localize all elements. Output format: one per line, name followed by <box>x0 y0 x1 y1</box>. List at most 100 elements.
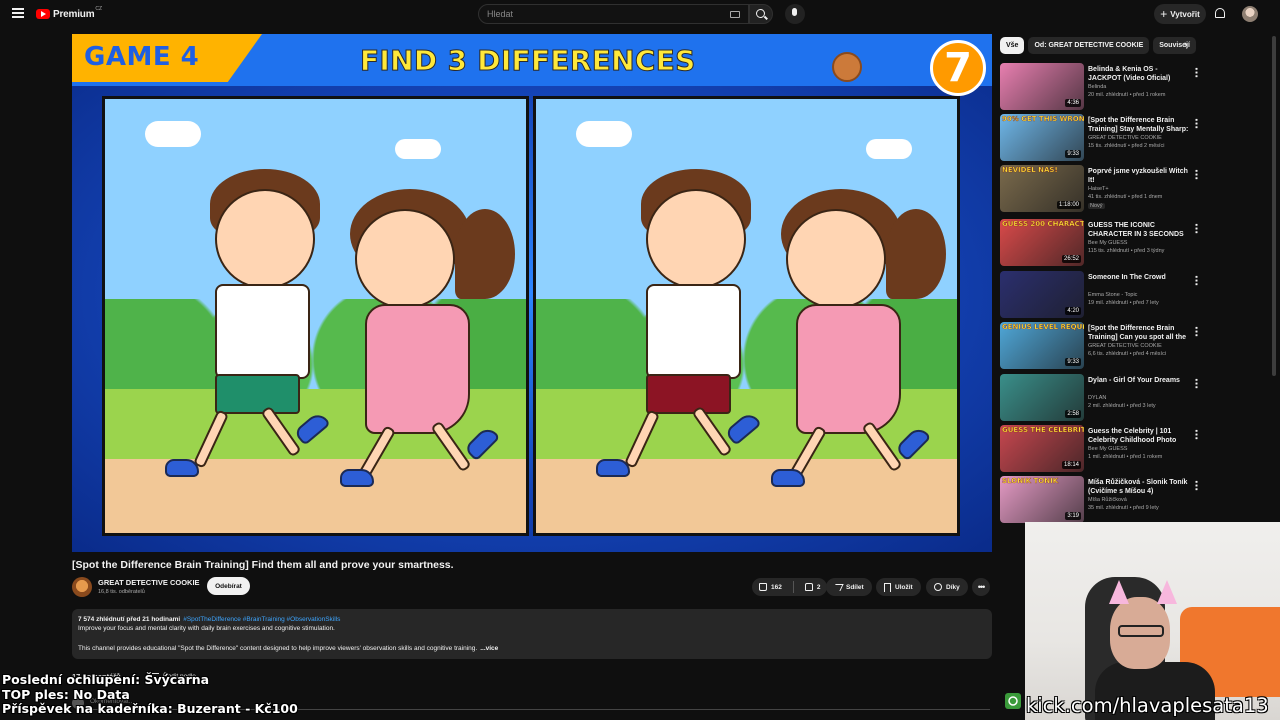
video-thumbnail[interactable]: GUESS 200 CHARACTERS 26:52 <box>1000 219 1084 266</box>
recommendation-title[interactable]: [Spot the Difference Brain Training] Sta… <box>1088 116 1191 134</box>
thumbnail-caption: SLONIK TONIK <box>1002 477 1059 485</box>
recommendation-title[interactable]: GUESS THE ICONIC CHARACTER IN 3 SECONDS … <box>1088 221 1191 239</box>
cat-ears-headset-icon <box>1105 580 1181 606</box>
filter-chips: Vše Od: GREAT DETECTIVE COOKIE Souvisejí <box>1000 37 1196 55</box>
puzzle-panel-left <box>102 96 529 536</box>
description-text: This channel provides educational "Spot … <box>78 645 478 652</box>
notifications-bell-icon[interactable] <box>1215 8 1225 18</box>
new-badge: Nový <box>1088 203 1105 209</box>
like-button[interactable]: 162 <box>752 583 789 591</box>
hashtags[interactable]: #SpotTheDifference #BrainTraining #Obser… <box>183 616 340 623</box>
video-thumbnail[interactable]: NEVIDEL NAS! 1:18:00 <box>1000 165 1084 212</box>
cloud-shape <box>866 139 912 159</box>
girl-figure <box>761 189 957 509</box>
save-button[interactable]: Uložit <box>876 578 921 596</box>
channel-name[interactable]: GREAT DETECTIVE COOKIE <box>98 578 200 587</box>
show-more-link[interactable]: ...více <box>480 645 498 652</box>
video-thumbnail[interactable]: 90% GET THIS WRONG 9:33 <box>1000 114 1084 161</box>
recommendation-title[interactable]: Someone In The Crowd <box>1088 273 1191 282</box>
thanks-button[interactable]: Díky <box>926 578 968 596</box>
recommendation-item[interactable]: 2:58 Dylan - Girl Of Your Dreams DYLAN 2 mi… <box>1000 374 1205 421</box>
video-banner: GAME 4 FIND 3 DIFFERENCES 7 <box>72 34 992 96</box>
more-vertical-icon[interactable] <box>1195 378 1198 389</box>
scrollbar[interactable] <box>1272 36 1276 376</box>
create-button[interactable]: + Vytvořit <box>1154 4 1206 24</box>
recommendation-channel[interactable]: Bee My GUESS <box>1088 240 1127 246</box>
overlay-line: Příspěvek na kadeřníka: Buzerant - Kč100 <box>2 701 298 716</box>
account-avatar[interactable] <box>1242 6 1258 22</box>
chip-all[interactable]: Vše <box>1000 37 1025 54</box>
video-duration: 26:52 <box>1061 255 1081 263</box>
description-box[interactable]: 7 574 zhlédnutí před 21 hodinami #SpotThe… <box>72 609 992 659</box>
recommendation-title[interactable]: Belinda & Kenia OS - JACKPOT (Video Ofic… <box>1088 65 1191 83</box>
search-icon <box>756 9 765 18</box>
create-label: Vytvořit <box>1170 9 1200 19</box>
recommendation-meta: 19 mil. zhlédnutí • před 7 lety <box>1088 300 1159 306</box>
video-thumbnail[interactable]: 4:20 <box>1000 271 1084 318</box>
subscribe-button[interactable]: Odebírat <box>207 577 250 595</box>
recommendation-item[interactable]: GENIUS LEVEL REQUIRED 9:33 [Spot the Diffe… <box>1000 322 1205 369</box>
more-vertical-icon[interactable] <box>1195 67 1198 78</box>
chevron-right-icon[interactable]: › <box>1184 40 1192 51</box>
thanks-icon <box>934 583 942 591</box>
youtube-logo[interactable]: Premium CZ <box>36 6 102 21</box>
video-thumbnail[interactable]: 4:36 <box>1000 63 1084 110</box>
video-thumbnail[interactable]: 2:58 <box>1000 374 1084 421</box>
recommendation-item[interactable]: SLONIK TONIK 3:19 Míša Růžičková - Slonik … <box>1000 476 1205 523</box>
recommendation-meta: 115 tis. zhlédnutí • před 3 týdny <box>1088 248 1165 254</box>
search-input[interactable] <box>487 9 717 19</box>
video-thumbnail[interactable]: GENIUS LEVEL REQUIRED 9:33 <box>1000 322 1084 369</box>
recommendation-channel[interactable]: Bee My GUESS <box>1088 446 1127 452</box>
recommendation-title[interactable]: Míša Růžičková - Slonik Toník (Cvičíme s… <box>1088 478 1191 496</box>
chip-from-channel[interactable]: Od: GREAT DETECTIVE COOKIE <box>1028 37 1150 54</box>
recommendation-item[interactable]: 4:36 Belinda & Kenia OS - JACKPOT (Video … <box>1000 63 1205 110</box>
share-button[interactable]: Sdílet <box>826 578 872 596</box>
search-button[interactable] <box>749 4 773 24</box>
channel-avatar[interactable] <box>72 577 92 597</box>
recommendation-title[interactable]: Dylan - Girl Of Your Dreams <box>1088 376 1191 385</box>
boy-figure <box>145 169 335 499</box>
recommendation-channel[interactable]: Míša Růžičková <box>1088 497 1127 503</box>
more-vertical-icon[interactable] <box>1195 169 1198 180</box>
recommendation-channel[interactable]: Belinda <box>1088 84 1106 90</box>
recommendation-channel[interactable]: GREAT DETECTIVE COOKIE <box>1088 343 1162 349</box>
recommendation-meta: 41 tis. zhlédnutí • před 1 dnem <box>1088 194 1163 200</box>
recommendation-item[interactable]: 4:20 Someone In The Crowd Emma Stone - Top… <box>1000 271 1205 318</box>
more-vertical-icon[interactable] <box>1195 480 1198 491</box>
more-vertical-icon[interactable] <box>1195 326 1198 337</box>
keyboard-icon[interactable] <box>730 11 740 18</box>
view-stats: 7 574 zhlédnutí před 21 hodinami #SpotThe… <box>78 616 340 623</box>
dislike-button[interactable]: 2 <box>798 583 828 591</box>
more-actions-button[interactable]: ••• <box>972 578 990 596</box>
recommendation-channel[interactable]: GREAT DETECTIVE COOKIE <box>1088 135 1162 141</box>
recommendation-channel[interactable]: DYLAN <box>1088 395 1106 401</box>
video-player[interactable]: GAME 4 FIND 3 DIFFERENCES 7 <box>72 34 992 552</box>
video-duration: 4:20 <box>1065 307 1081 315</box>
more-vertical-icon[interactable] <box>1195 118 1198 129</box>
video-thumbnail[interactable]: GUESS THE CELEBRITY 18:14 <box>1000 425 1084 472</box>
thumbs-up-icon <box>759 583 767 591</box>
thumbnail-caption: GUESS 200 CHARACTERS <box>1002 220 1084 228</box>
divider <box>792 581 794 593</box>
recommendation-item[interactable]: NEVIDEL NAS! 1:18:00 Poprvé jsme vyzkoušel… <box>1000 165 1205 212</box>
recommendation-item[interactable]: GUESS 200 CHARACTERS 26:52 GUESS THE ICONI… <box>1000 219 1205 266</box>
recommendation-title[interactable]: Guess the Celebrity | 101 Celebrity Chil… <box>1088 427 1191 445</box>
game-label: GAME 4 <box>84 42 200 72</box>
recommendation-title[interactable]: [Spot the Difference Brain Training] Can… <box>1088 324 1191 342</box>
recommendation-channel[interactable]: Emma Stone - Topic <box>1088 292 1137 298</box>
views-and-date: 7 574 zhlédnutí před 21 hodinami <box>78 616 181 623</box>
video-title: [Spot the Difference Brain Training] Fin… <box>72 559 454 571</box>
more-horizontal-icon: ••• <box>977 582 986 592</box>
recommendation-item[interactable]: GUESS THE CELEBRITY 18:14 Guess the Celebr… <box>1000 425 1205 472</box>
more-vertical-icon[interactable] <box>1195 429 1198 440</box>
recommendation-title[interactable]: Poprvé jsme vyzkoušeli Witch It! <box>1088 167 1191 185</box>
menu-icon[interactable] <box>12 8 24 18</box>
countdown-badge: 7 <box>930 40 986 96</box>
more-vertical-icon[interactable] <box>1195 275 1198 286</box>
recommendation-channel[interactable]: HaiseT+ <box>1088 186 1109 192</box>
video-thumbnail[interactable]: SLONIK TONIK 3:19 <box>1000 476 1084 523</box>
video-duration: 18:14 <box>1061 461 1081 469</box>
recommendation-item[interactable]: 90% GET THIS WRONG 9:33 [Spot the Differen… <box>1000 114 1205 161</box>
more-vertical-icon[interactable] <box>1195 223 1198 234</box>
voice-search-button[interactable] <box>785 4 805 24</box>
